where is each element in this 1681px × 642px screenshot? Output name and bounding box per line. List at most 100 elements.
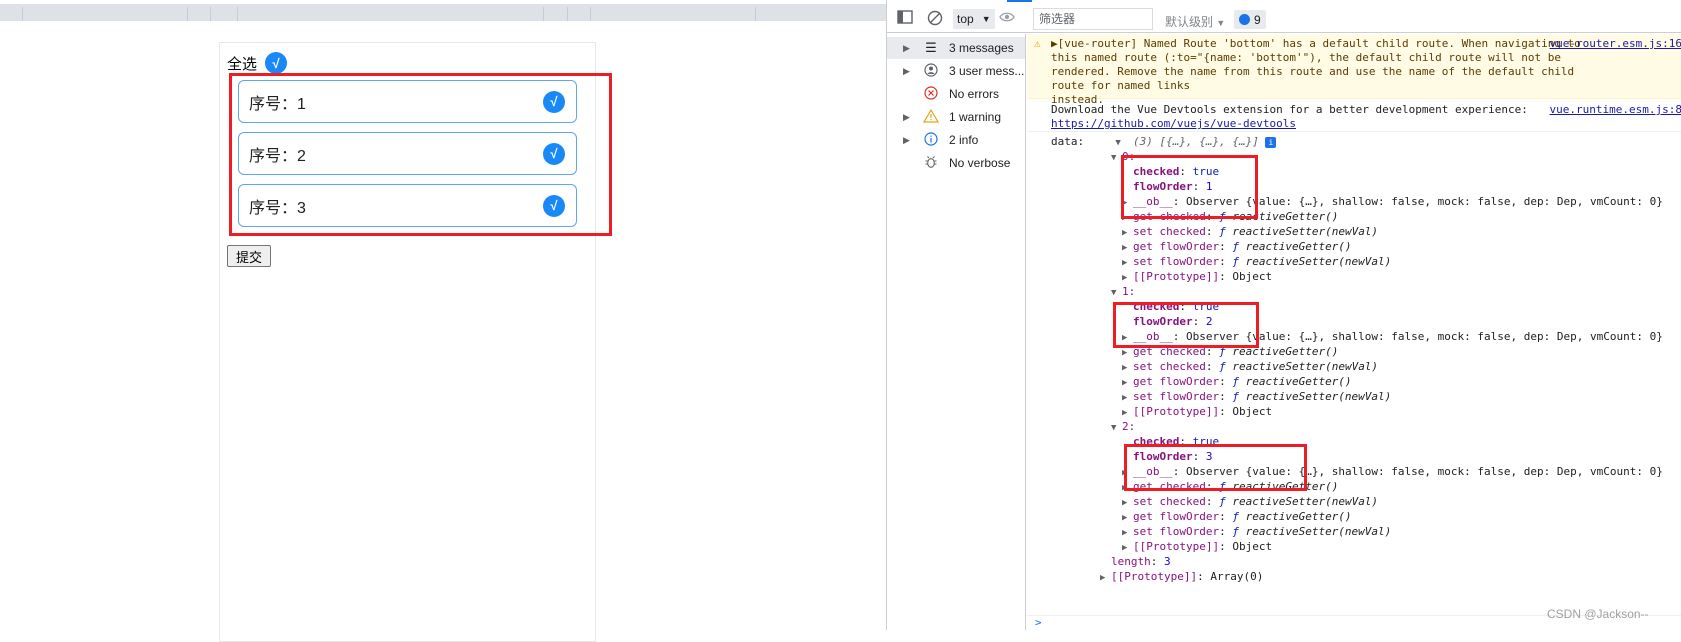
devtools-hint-message: Download the Vue Devtools extension for … [1027,100,1681,132]
dropdown-arrow-icon: ▼ [981,14,991,24]
collapse-arrow-icon[interactable]: ▼ [1111,151,1122,166]
check-icon[interactable]: √ [543,194,565,217]
expand-arrow-icon[interactable]: ▶ [903,43,910,54]
floworder-value: 1 [1205,180,1213,193]
user-icon [923,62,939,80]
object-index: 2: [1122,420,1136,433]
expand-arrow-icon[interactable]: ▶ [903,135,910,146]
getter-text: reactiveGetter() [1245,510,1352,523]
getter-text: reactiveGetter() [1232,345,1339,358]
issues-count: 9 [1254,12,1261,27]
length-value: 3 [1164,555,1171,568]
prototype-value: Object [1232,540,1273,553]
prop-prototype[interactable]: ▶ [[Prototype]]: Object [1122,404,1272,421]
issues-badge[interactable]: 9 [1234,10,1266,29]
setter-text: reactiveSetter(newVal) [1232,495,1379,508]
select-all[interactable]: 全选 √ [227,52,288,74]
check-icon[interactable]: √ [543,142,565,165]
sidebar-item-user-messages[interactable]: ▶ 3 user mess... [887,60,1025,82]
sidebar-item-label: No verbose [949,156,1011,170]
list-icon: ☰ [925,40,937,55]
submit-button[interactable]: 提交 [227,245,271,267]
filter-input[interactable] [1033,8,1153,30]
clear-console-icon[interactable] [927,10,943,29]
bug-icon [923,155,939,172]
list-item[interactable]: 序号：1 √ [238,80,577,123]
collapse-arrow-icon[interactable]: ▼ [1111,421,1122,436]
page-viewport: 全选 √ 序号：1 √ 序号：2 √ 序号：3 √ 提交 [0,0,886,642]
expand-arrow-icon[interactable]: ▶ [903,66,910,77]
object-index-row[interactable]: ▼ 0: [1111,149,1135,166]
source-link[interactable]: vue-router.esm.js:16 [1550,37,1681,50]
floworder-value: 3 [1205,450,1213,463]
sidebar-item-label: 2 info [949,133,979,147]
list-item[interactable]: 序号：2 √ [238,132,577,175]
prop-floworder: flowOrder: 3 [1133,450,1213,463]
ob-value: Observer {value: {…}, shallow: false, mo… [1186,330,1663,343]
array-prototype[interactable]: ▶ [[Prototype]]: Array(0) [1100,569,1263,586]
warning-message[interactable]: ⚠ ▶[vue-router] Named Route 'bottom' has… [1027,34,1681,106]
checked-value: true [1192,165,1220,178]
check-icon[interactable]: √ [543,90,565,113]
select-all-label: 全选 [227,55,258,73]
array-prototype-value: Array(0) [1210,570,1264,583]
warning-icon [922,108,940,126]
expand-arrow-icon[interactable]: ▶ [1100,571,1111,586]
setter-text: reactiveSetter(newVal) [1245,255,1392,268]
sidebar-item-warnings[interactable]: ▶ 1 warning [887,106,1025,128]
log-level-value: 默认级别 [1165,15,1214,29]
check-icon[interactable]: √ [265,52,288,74]
getter-text: reactiveGetter() [1232,210,1339,223]
array-summary: (3) [{…}, {…}, {…}] [1133,135,1259,148]
hint-text: Download the Vue Devtools extension for … [1051,103,1528,116]
floworder-value: 2 [1205,315,1213,328]
setter-text: reactiveSetter(newVal) [1245,525,1392,538]
sidebar-item-errors[interactable]: No errors [887,83,1025,105]
sidebar-item-label: No errors [949,87,1000,101]
error-icon [923,85,939,103]
item-label: 序号：2 [249,147,306,165]
prop-prototype[interactable]: ▶ [[Prototype]]: Object [1122,269,1272,286]
checked-value: true [1192,300,1220,313]
sidebar-item-label: 3 user mess... [949,64,1025,78]
object-index: 0: [1122,150,1136,163]
context-value: top [957,12,974,26]
prototype-value: Object [1232,270,1273,283]
setter-text: reactiveSetter(newVal) [1232,360,1379,373]
item-label: 序号：1 [249,95,306,113]
prop-checked: checked: true [1133,300,1220,313]
active-tab-indicator [1007,0,1032,2]
warning-icon: ⚠ [1034,37,1041,50]
prop-floworder: flowOrder: 2 [1133,315,1213,328]
dropdown-arrow-icon: ▼ [1216,18,1226,28]
log-level-select[interactable]: 默认级别 ▼ [1165,13,1225,30]
eye-icon[interactable] [999,9,1015,28]
sidebar-item-label: 1 warning [949,110,1002,124]
collapse-arrow-icon[interactable]: ▼ [1111,286,1122,301]
devtools-panel: top ▼ 默认级别 ▼ 9 ▶ ☰ 3 messages ▶ 3 user m… [886,0,1681,630]
warning-text: ▶[vue-router] Named Route 'bottom' has a… [1051,37,1581,106]
list-item[interactable]: 序号：3 √ [238,184,577,227]
context-select[interactable]: top ▼ [953,9,995,29]
checked-value: true [1192,435,1220,448]
console-toolbar: top ▼ 默认级别 ▼ 9 [887,3,1681,33]
data-label: data: [1051,135,1085,148]
sidebar-item-verbose[interactable]: No verbose [887,152,1025,174]
object-index-row[interactable]: ▼ 2: [1111,419,1135,436]
setter-text: reactiveSetter(newVal) [1232,225,1379,238]
source-link[interactable]: vue.runtime.esm.js:8 [1550,103,1681,116]
sidebar-item-info[interactable]: ▶ 2 info [887,129,1025,151]
object-index-row[interactable]: ▼ 1: [1111,284,1135,301]
message-bubble-icon [1239,14,1250,25]
expand-arrow-icon[interactable]: ▶ [903,112,910,123]
prop-floworder: flowOrder: 1 [1133,180,1213,193]
sidebar-toggle-icon[interactable] [897,10,913,27]
info-badge-icon: i [1265,137,1277,148]
data-log-line[interactable]: data: ▼ (3) [{…}, {…}, {…}] i [1051,134,1277,151]
sidebar-item-messages[interactable]: ▶ ☰ 3 messages [887,37,1025,59]
hint-link[interactable]: https://github.com/vuejs/vue-devtools [1051,117,1296,130]
bookmark-strip [0,4,886,21]
getter-text: reactiveGetter() [1245,240,1352,253]
console-output: ⚠ ▶[vue-router] Named Route 'bottom' has… [1027,34,1681,630]
getter-text: reactiveGetter() [1232,480,1339,493]
